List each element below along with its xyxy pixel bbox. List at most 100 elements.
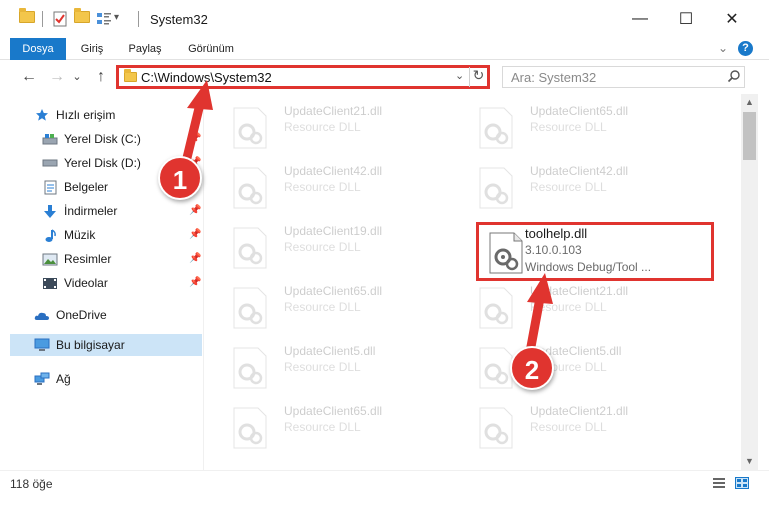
scroll-down-icon[interactable]: ▼ — [741, 453, 758, 470]
nav-item-label: Yerel Disk (D:) — [64, 156, 141, 170]
nav-item-network[interactable]: Ağ — [34, 368, 200, 390]
tab-file[interactable]: Dosya — [10, 38, 66, 60]
file-type: Resource DLL — [284, 180, 361, 194]
tab-share[interactable]: Paylaş — [122, 38, 168, 60]
file-description: Windows Debug/Tool ... — [525, 260, 652, 274]
file-name: UpdateClient42.dll — [530, 164, 629, 178]
dll-file-icon — [479, 287, 513, 329]
music-icon — [42, 227, 58, 243]
vertical-scrollbar[interactable]: ▲ ▼ — [741, 94, 758, 470]
file-item-toolhelp[interactable]: toolhelp.dll 3.10.0.103 Windows Debug/To… — [476, 222, 714, 281]
nav-item-onedrive[interactable]: OneDrive — [34, 304, 200, 326]
tab-view[interactable]: Görünüm — [182, 38, 240, 60]
recent-locations-icon[interactable]: ⌄ — [70, 66, 84, 88]
file-item[interactable]: UpdateClient42.dll Resource DLL — [214, 162, 454, 218]
nav-item-this-pc[interactable]: Bu bilgisayar — [10, 334, 202, 356]
dll-file-icon — [479, 167, 513, 209]
pin-icon[interactable]: 📌 — [189, 253, 201, 264]
file-type: Resource DLL — [284, 360, 361, 374]
search-icon[interactable] — [727, 69, 741, 83]
file-item[interactable]: UpdateClient65.dll Resource DLL — [214, 282, 454, 338]
nav-item-label: Videolar — [64, 276, 108, 290]
ribbon-tabs: Dosya Giriş Paylaş Görünüm ⌄ ? — [0, 38, 769, 60]
forward-button[interactable]: → — [46, 66, 68, 88]
pin-icon[interactable]: 📌 — [189, 277, 201, 288]
help-icon[interactable]: ? — [738, 41, 753, 56]
dll-file-icon — [233, 167, 267, 209]
nav-item-quick-access[interactable]: Hızlı erişim — [34, 104, 200, 126]
file-item[interactable]: UpdateClient19.dll Resource DLL — [214, 222, 454, 278]
search-input[interactable]: Ara: System32 — [511, 70, 596, 85]
pin-icon[interactable]: 📌 — [189, 133, 201, 144]
properties-icon[interactable] — [52, 11, 68, 27]
close-button[interactable]: ✕ — [709, 0, 755, 38]
dll-file-icon — [489, 232, 523, 274]
address-bar[interactable]: C:\Windows\System32 ⌄ ↻ — [116, 65, 490, 89]
file-item[interactable]: UpdateClient65.dll Resource DLL — [460, 102, 700, 158]
pin-icon[interactable]: 📌 — [189, 229, 201, 240]
file-name: UpdateClient65.dll — [284, 404, 383, 418]
search-box[interactable]: Ara: System32 — [502, 66, 745, 88]
dll-file-icon — [233, 407, 267, 449]
status-bar: 118 öğe — [0, 470, 769, 494]
file-item[interactable]: UpdateClient5.dll Resource DLL — [460, 342, 700, 398]
tab-home[interactable]: Giriş — [72, 38, 112, 60]
drive-icon — [42, 155, 58, 171]
folder-icon — [19, 8, 35, 27]
nav-item-label: Hızlı erişim — [56, 108, 116, 122]
nav-item-pictures[interactable]: Resimler — [42, 248, 192, 270]
nav-item-label: Belgeler — [64, 180, 109, 194]
new-folder-icon[interactable] — [74, 8, 90, 27]
ribbon-expand-icon[interactable]: ⌄ — [718, 41, 728, 55]
view-options-icon[interactable] — [96, 11, 112, 27]
dll-file-icon — [233, 107, 267, 149]
maximize-button[interactable]: ☐ — [663, 0, 709, 38]
file-item[interactable]: UpdateClient5.dll Resource DLL — [214, 342, 454, 398]
file-name: UpdateClient42.dll — [284, 164, 383, 178]
nav-item-downloads[interactable]: İndirmeler — [42, 200, 192, 222]
pin-icon[interactable]: 📌 — [189, 205, 201, 216]
nav-item-videos[interactable]: Videolar — [42, 272, 192, 294]
file-item[interactable]: UpdateClient21.dll Resource DLL — [460, 402, 700, 458]
file-type: Resource DLL — [530, 180, 607, 194]
dll-file-icon — [479, 107, 513, 149]
address-dropdown-icon[interactable]: ⌄ — [455, 69, 464, 82]
nav-item-label: Yerel Disk (C:) — [64, 132, 141, 146]
file-type: Resource DLL — [284, 300, 361, 314]
address-row: ← → ⌄ ↑ C:\Windows\System32 ⌄ ↻ Ara: Sys… — [0, 60, 769, 94]
qa-dropdown-icon[interactable]: ▾ — [114, 12, 119, 23]
file-item[interactable]: UpdateClient65.dll Resource DLL — [214, 402, 454, 458]
file-list: UpdateClient21.dll Resource DLL UpdateCl… — [208, 94, 741, 470]
annotation-badge-2: 2 — [510, 346, 554, 390]
file-name: UpdateClient21.dll — [530, 404, 629, 418]
drive-icon — [42, 131, 58, 147]
details-view-icon[interactable] — [712, 477, 726, 489]
toolbar-separator — [42, 11, 43, 27]
file-name: toolhelp.dll — [525, 226, 588, 241]
address-path[interactable]: C:\Windows\System32 — [141, 70, 272, 85]
dll-file-icon — [479, 407, 513, 449]
file-type: Resource DLL — [530, 120, 607, 134]
file-name: UpdateClient19.dll — [284, 224, 383, 238]
nav-item-local-disk-c[interactable]: Yerel Disk (C:) — [42, 128, 192, 150]
refresh-icon[interactable]: ↻ — [469, 67, 487, 87]
tiles-view-icon[interactable] — [735, 477, 749, 489]
file-item[interactable]: UpdateClient42.dll Resource DLL — [460, 162, 700, 218]
nav-item-label: Müzik — [64, 228, 96, 242]
file-name: UpdateClient21.dll — [530, 284, 629, 298]
file-item[interactable]: UpdateClient21.dll Resource DLL — [460, 282, 700, 338]
scroll-up-icon[interactable]: ▲ — [741, 94, 758, 111]
scrollbar-thumb[interactable] — [743, 112, 756, 160]
star-icon — [34, 107, 50, 123]
window-title: System32 — [150, 12, 208, 27]
minimize-button[interactable]: — — [617, 0, 663, 38]
nav-item-label: OneDrive — [56, 308, 107, 322]
up-button[interactable]: ↑ — [90, 66, 112, 88]
nav-item-music[interactable]: Müzik — [42, 224, 192, 246]
computer-icon — [34, 337, 50, 353]
file-item[interactable]: UpdateClient21.dll Resource DLL — [214, 102, 454, 158]
download-icon — [42, 203, 58, 219]
back-button[interactable]: ← — [18, 66, 40, 88]
file-name: UpdateClient21.dll — [284, 104, 383, 118]
file-name: UpdateClient65.dll — [284, 284, 383, 298]
